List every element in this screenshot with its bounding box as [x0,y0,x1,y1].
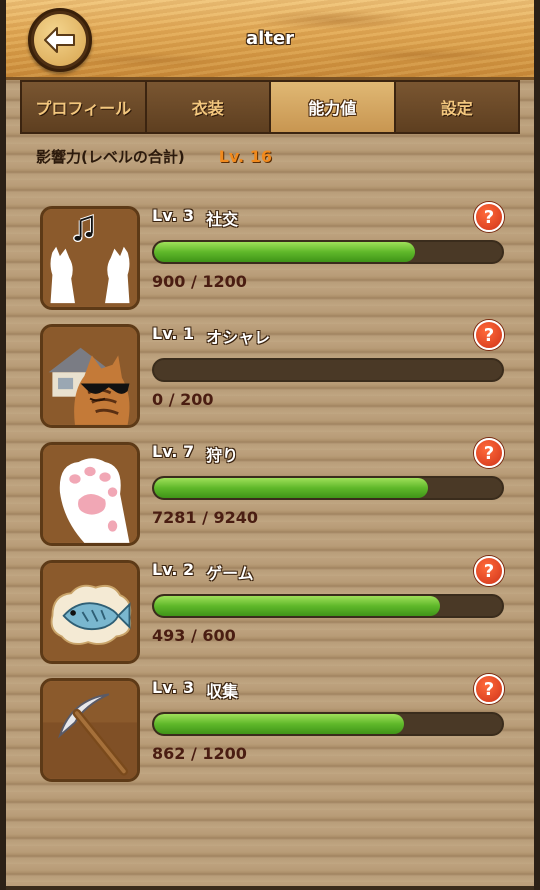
page-title: alter [245,28,294,49]
stat-heading: Lv. 3 収集 [152,678,238,702]
stat-heading: Lv. 2 ゲーム [152,560,254,584]
influence-label: 影響力(レベルの合計) [36,148,185,166]
header-bar: alter [6,0,534,80]
help-button[interactable]: ? [474,556,504,586]
bottom-edge [6,886,534,890]
stat-value: 0 / 200 [152,390,214,409]
stat-row-game: Lv. 2 ゲーム ? 493 / 600 [36,556,514,666]
stat-row-hunting: Lv. 7 狩り ? 7281 / 9240 [36,438,514,548]
tab-bar: プロフィール 衣装 能力値 設定 [20,80,520,134]
help-button[interactable]: ? [474,202,504,232]
stat-value: 900 / 1200 [152,272,247,291]
progress-bar [152,476,504,500]
stat-row-fashion: Lv. 1 オシャレ ? 0 / 200 [36,320,514,430]
fish-icon [40,560,140,664]
help-button[interactable]: ? [474,438,504,468]
stat-value: 493 / 600 [152,626,236,645]
paw-icon [40,442,140,546]
stat-row-collecting: Lv. 3 収集 ? 862 / 1200 [36,674,514,784]
stat-name: オシャレ [206,328,271,347]
app-screen: alter プロフィール 衣装 能力値 設定 影響力(レベルの合計) Lv. 1… [0,0,540,890]
stat-name: 収集 [206,682,239,701]
progress-fill [154,242,415,262]
stat-heading: Lv. 1 オシャレ [152,324,270,348]
stat-name: 狩り [206,446,239,465]
stat-heading: Lv. 3 社交 [152,206,238,230]
stat-name: 社交 [206,210,239,229]
stat-value: 7281 / 9240 [152,508,259,527]
tab-abilities[interactable]: 能力値 [271,82,396,132]
stat-level: Lv. 3 [152,206,195,225]
help-button[interactable]: ? [474,320,504,350]
sunglasses-cat-icon [40,324,140,428]
progress-fill [154,714,404,734]
stat-level: Lv. 1 [152,324,195,343]
stat-name: ゲーム [206,564,254,583]
progress-fill [154,478,429,498]
progress-bar [152,712,504,736]
stat-level: Lv. 2 [152,560,195,579]
stat-level: Lv. 7 [152,442,195,461]
tab-settings[interactable]: 設定 [395,82,518,132]
stat-heading: Lv. 7 狩り [152,442,238,466]
progress-fill [154,596,441,616]
progress-bar [152,240,504,264]
tab-costume[interactable]: 衣装 [146,82,271,132]
progress-bar [152,358,504,382]
help-button[interactable]: ? [474,674,504,704]
tab-profile[interactable]: プロフィール [22,82,147,132]
influence-level: Lv. 16 [218,147,272,166]
pickaxe-icon [40,678,140,782]
stat-value: 862 / 1200 [152,744,247,763]
stat-level: Lv. 3 [152,678,195,697]
stat-row-social: Lv. 3 社交 ? 900 / 1200 [36,202,514,312]
music-paws-icon [40,206,140,310]
influence-summary: 影響力(レベルの合計) Lv. 16 [36,146,272,167]
progress-bar [152,594,504,618]
